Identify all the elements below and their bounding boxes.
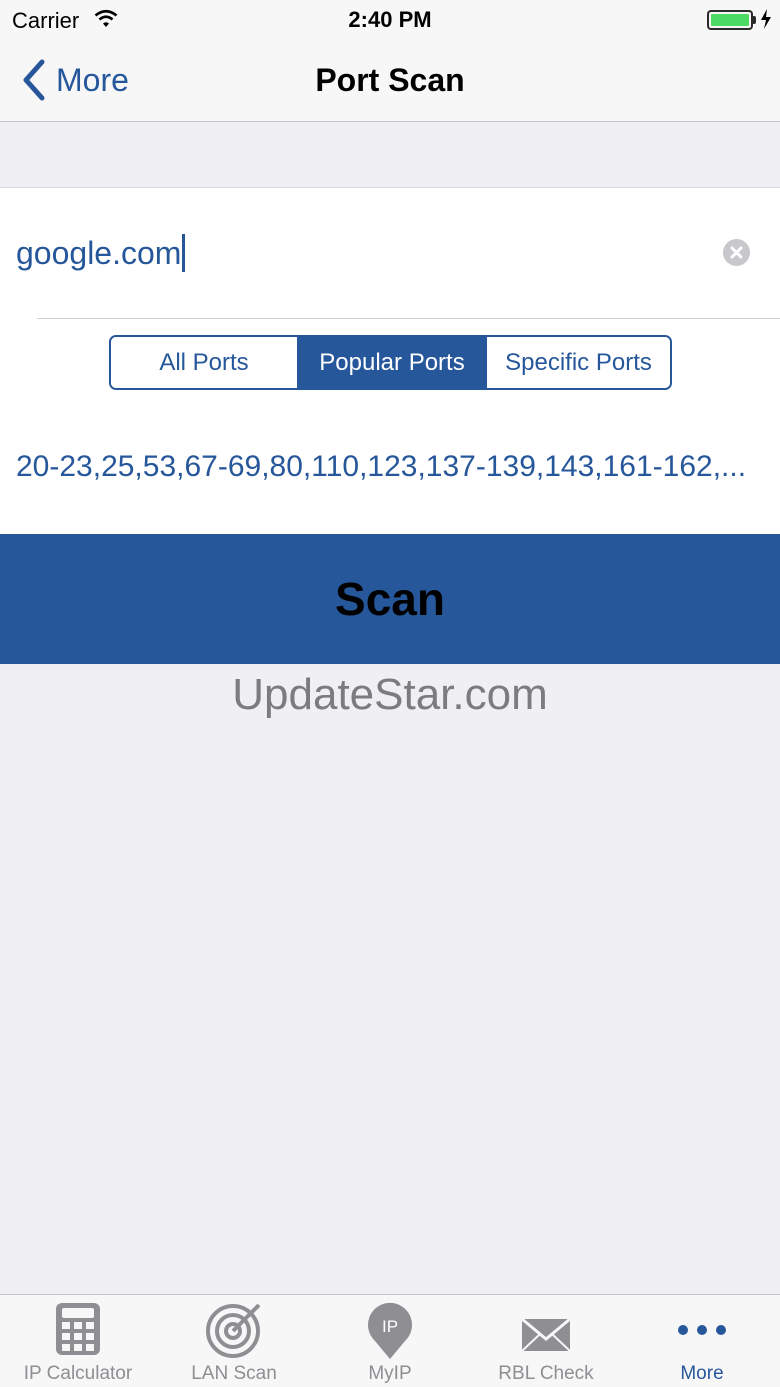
more-dots-icon	[678, 1325, 726, 1335]
status-time: 2:40 PM	[348, 7, 432, 32]
battery-icon	[707, 10, 753, 30]
tab-bar: IP Calculator LAN Scan IP MyIP RBL Check	[0, 1294, 780, 1387]
text-caret	[182, 234, 186, 272]
tab-lan-scan[interactable]: LAN Scan	[156, 1295, 312, 1387]
ports-list-text: 20-23,25,53,67-69,80,110,123,137-139,143…	[16, 450, 747, 483]
svg-text:IP: IP	[382, 1317, 398, 1336]
scan-button[interactable]: Scan	[0, 534, 780, 664]
scan-form: google.com All Ports Popular Ports Speci…	[0, 187, 780, 534]
charging-bolt-icon	[761, 9, 771, 29]
port-mode-segmented-control: All Ports Popular Ports Specific Ports	[109, 335, 672, 390]
segment-specific-ports[interactable]: Specific Ports	[485, 337, 670, 388]
field-divider	[37, 318, 780, 319]
navigation-bar: More Port Scan	[0, 40, 780, 122]
host-input[interactable]: google.com	[16, 228, 696, 278]
tab-label: MyIP	[368, 1363, 412, 1384]
tab-rbl-check[interactable]: RBL Check	[468, 1295, 624, 1387]
status-bar: Carrier 2:40 PM	[0, 0, 780, 40]
segment-popular-ports[interactable]: Popular Ports	[297, 337, 485, 388]
clear-x-icon	[730, 246, 743, 259]
clear-input-button[interactable]	[723, 239, 750, 266]
page-title: Port Scan	[315, 62, 465, 98]
tab-label: LAN Scan	[191, 1363, 277, 1384]
calculator-icon	[56, 1303, 100, 1355]
ip-pin-icon: IP	[368, 1302, 412, 1359]
tab-label: IP Calculator	[23, 1363, 133, 1384]
tab-label: More	[680, 1363, 724, 1384]
segment-all-ports[interactable]: All Ports	[111, 337, 297, 388]
watermark-text: UpdateStar.com	[232, 670, 548, 719]
battery-tip	[753, 16, 756, 24]
tab-ip-calculator[interactable]: IP Calculator	[0, 1295, 156, 1387]
envelope-icon	[521, 1317, 571, 1352]
tab-label: RBL Check	[498, 1363, 594, 1384]
radar-icon	[206, 1303, 261, 1358]
tab-myip[interactable]: IP MyIP	[312, 1295, 468, 1387]
host-input-value: google.com	[16, 234, 182, 271]
tab-more[interactable]: More	[624, 1295, 780, 1387]
